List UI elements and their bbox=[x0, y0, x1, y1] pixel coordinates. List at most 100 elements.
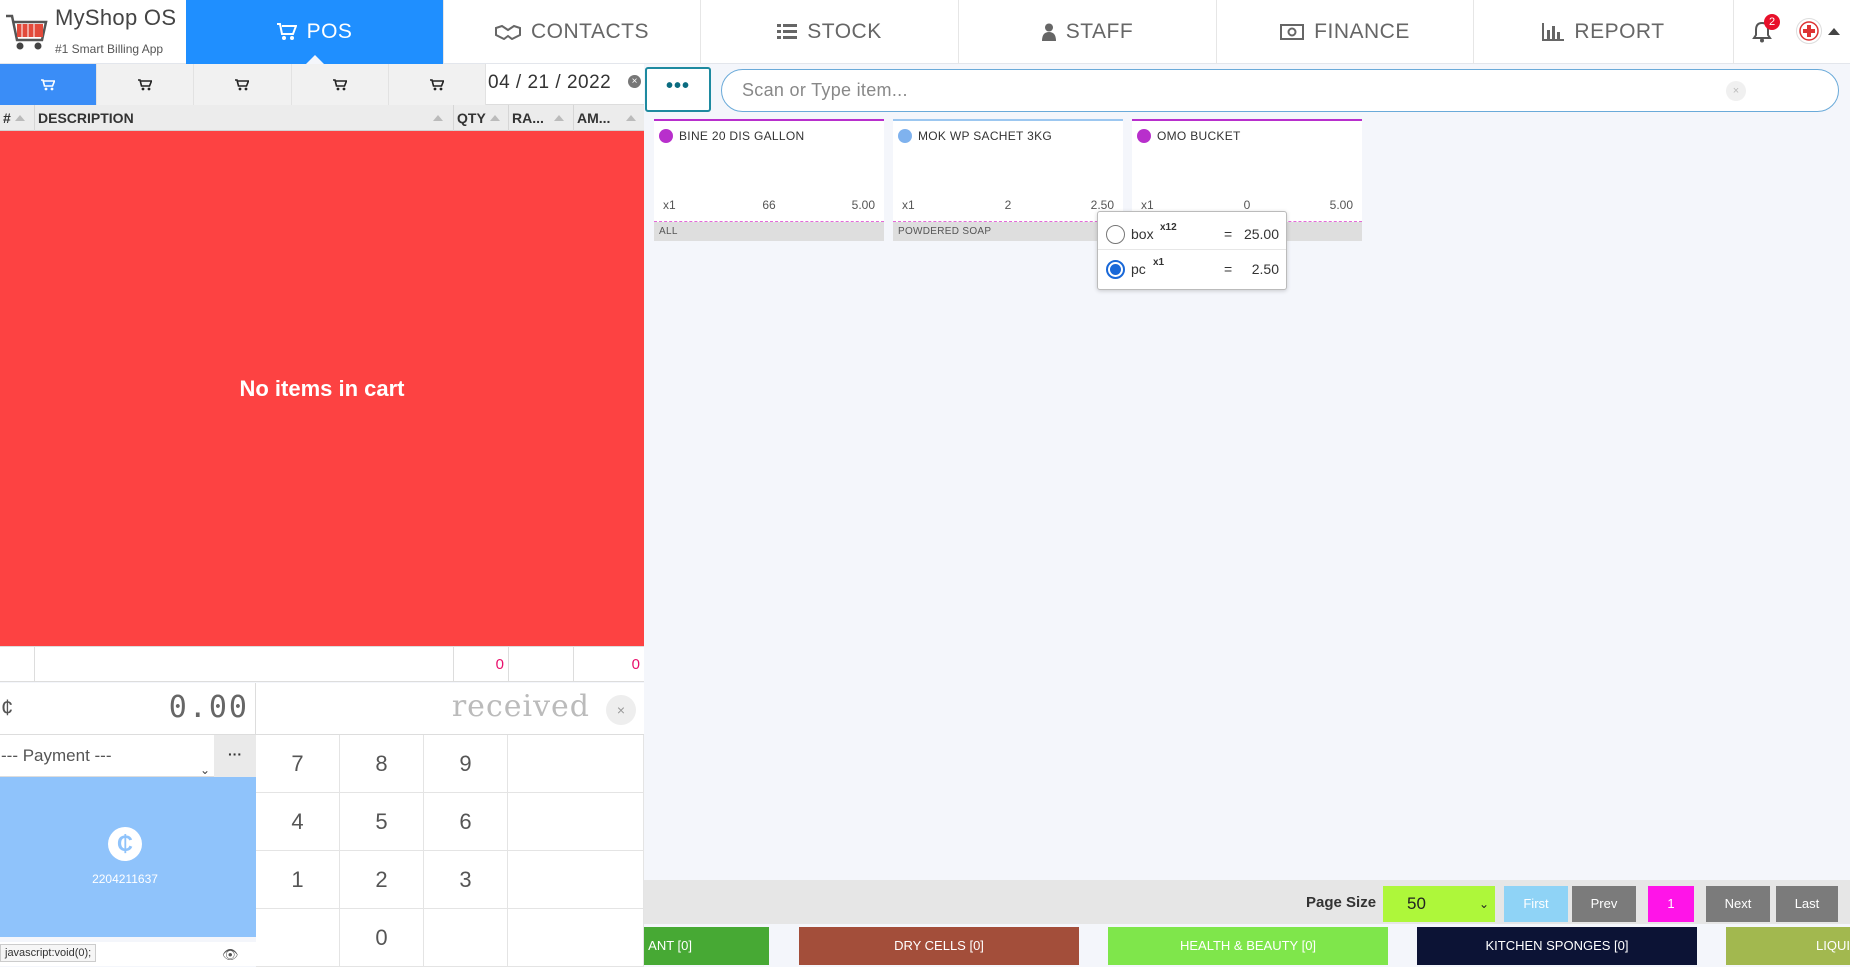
notification-badge: 2 bbox=[1764, 14, 1780, 30]
item-category: POWDERED SOAP bbox=[893, 222, 1123, 241]
tab-label: REPORT bbox=[1574, 20, 1665, 43]
current-page-button[interactable]: 1 bbox=[1648, 886, 1694, 922]
notifications-button[interactable]: 2 bbox=[1733, 0, 1789, 64]
unit-name: pc bbox=[1131, 261, 1146, 277]
sort-icon bbox=[490, 115, 500, 121]
red-cross-logo-icon bbox=[1799, 21, 1819, 41]
item-price: 2.50 bbox=[1090, 198, 1114, 212]
search-clear-button[interactable]: × bbox=[1726, 81, 1746, 101]
key-6[interactable]: 6 bbox=[424, 793, 508, 851]
amount-value: 0.00 bbox=[168, 690, 249, 725]
category-tab[interactable]: HEALTH & BEAUTY [0] bbox=[1108, 927, 1388, 965]
column-header-rate[interactable]: RA... bbox=[509, 105, 574, 131]
radio-button-selected[interactable] bbox=[1106, 260, 1125, 279]
cart-tab-1[interactable] bbox=[0, 64, 98, 105]
tab-staff[interactable]: STAFF bbox=[958, 0, 1216, 64]
date-clear-button[interactable]: × bbox=[628, 75, 641, 88]
payment-select[interactable]: --- Payment --- ⌄ bbox=[0, 735, 214, 777]
unit-multiplier: x1 bbox=[1153, 257, 1165, 268]
last-page-button[interactable]: Last bbox=[1776, 886, 1838, 922]
shopping-cart-logo-icon bbox=[6, 14, 48, 50]
payment-reference: 2204211637 bbox=[92, 872, 158, 886]
key-7[interactable]: 7 bbox=[256, 735, 340, 793]
numeric-keypad: 7 8 9 4 5 6 1 2 3 0 bbox=[256, 735, 644, 967]
key-0[interactable]: 0 bbox=[340, 909, 424, 967]
received-field[interactable]: received × bbox=[256, 683, 644, 735]
key-4[interactable]: 4 bbox=[256, 793, 340, 851]
cart-tab-3[interactable] bbox=[194, 64, 292, 105]
key-blank[interactable] bbox=[508, 851, 644, 909]
tab-label: FINANCE bbox=[1314, 20, 1410, 43]
column-header-description[interactable]: DESCRIPTION bbox=[35, 105, 454, 131]
unit-option-pc[interactable]: pc x1 = 2.50 bbox=[1098, 251, 1286, 285]
caret-up-icon[interactable] bbox=[1828, 28, 1840, 35]
category-tab[interactable]: DRY CELLS [0] bbox=[799, 927, 1079, 965]
received-clear-button[interactable]: × bbox=[606, 695, 636, 725]
key-1[interactable]: 1 bbox=[256, 851, 340, 909]
first-page-button[interactable]: First bbox=[1504, 886, 1568, 922]
prev-page-button[interactable]: Prev bbox=[1572, 886, 1636, 922]
unit-price: 2.50 bbox=[1251, 261, 1279, 277]
payment-method-card[interactable]: ₵ 2204211637 bbox=[0, 777, 256, 937]
cart-icon bbox=[138, 78, 153, 90]
radio-button[interactable] bbox=[1106, 225, 1125, 244]
cart-table-header: # DESCRIPTION QTY RA... AM... bbox=[0, 105, 644, 131]
date-value: 04 / 21 / 2022 bbox=[488, 72, 612, 93]
payment-select-value: --- Payment --- bbox=[1, 746, 112, 765]
cart-tab-4[interactable] bbox=[291, 64, 389, 105]
page-size-select[interactable]: 50 ⌄ bbox=[1383, 886, 1495, 922]
key-blank[interactable] bbox=[508, 793, 644, 851]
item-card[interactable]: BINE 20 DIS GALLON x1 66 5.00 ALL bbox=[654, 119, 884, 241]
item-category: ALL bbox=[654, 222, 884, 241]
category-tab[interactable]: KITCHEN SPONGES [0] bbox=[1417, 927, 1697, 965]
key-8[interactable]: 8 bbox=[340, 735, 424, 793]
item-color-dot bbox=[659, 129, 673, 143]
column-header-amount[interactable]: AM... bbox=[574, 105, 644, 131]
unit-option-box[interactable]: box x12 = 25.00 bbox=[1098, 216, 1286, 250]
amount-due: ¢ 0.00 bbox=[0, 683, 256, 735]
brand-tagline: #1 Smart Billing App bbox=[55, 42, 164, 56]
empty-cart-panel: No items in cart bbox=[0, 131, 644, 646]
more-options-button[interactable]: ••• bbox=[645, 67, 711, 112]
item-stock: 66 bbox=[762, 198, 776, 212]
column-header-number[interactable]: # bbox=[0, 105, 35, 131]
next-page-button[interactable]: Next bbox=[1706, 886, 1770, 922]
brand-name: MyShop OS bbox=[55, 5, 177, 30]
key-3[interactable]: 3 bbox=[424, 851, 508, 909]
column-header-qty[interactable]: QTY bbox=[454, 105, 509, 131]
avatar[interactable] bbox=[1796, 18, 1822, 44]
top-nav: MyShop OS #1 Smart Billing App POS CONTA… bbox=[0, 0, 1850, 65]
empty-cart-message: No items in cart bbox=[239, 375, 405, 401]
total-qty: 0 bbox=[454, 647, 509, 682]
key-5[interactable]: 5 bbox=[340, 793, 424, 851]
category-tab[interactable]: LIQUI bbox=[1726, 927, 1850, 965]
item-color-dot bbox=[898, 129, 912, 143]
cart-tab-2[interactable] bbox=[97, 64, 195, 105]
tab-label: STAFF bbox=[1065, 20, 1134, 43]
cart-totals-row: 0 0 bbox=[0, 646, 644, 682]
sort-icon bbox=[554, 115, 564, 121]
tab-label: STOCK bbox=[807, 20, 882, 43]
payment-more-button[interactable]: ··· bbox=[214, 735, 256, 777]
tab-contacts[interactable]: CONTACTS bbox=[443, 0, 700, 64]
user-icon bbox=[1041, 23, 1056, 41]
cart-tab-5[interactable] bbox=[388, 64, 486, 105]
unit-selector-popover: box x12 = 25.00 pc x1 = 2.50 bbox=[1097, 211, 1287, 290]
tab-pos[interactable]: POS bbox=[186, 0, 443, 65]
key-blank[interactable] bbox=[508, 909, 644, 967]
key-blank[interactable] bbox=[424, 909, 508, 967]
eye-icon[interactable]: 👁 bbox=[222, 947, 239, 963]
tab-report[interactable]: REPORT bbox=[1473, 0, 1733, 64]
key-9[interactable]: 9 bbox=[424, 735, 508, 793]
key-blank[interactable] bbox=[508, 735, 644, 793]
date-field[interactable]: 04 / 21 / 2022 × bbox=[486, 64, 644, 105]
key-2[interactable]: 2 bbox=[340, 851, 424, 909]
sort-icon bbox=[433, 115, 443, 121]
category-tab[interactable]: ANT [0] bbox=[644, 927, 769, 965]
item-card[interactable]: MOK WP SACHET 3KG x1 2 2.50 POWDERED SOA… bbox=[893, 119, 1123, 241]
key-blank[interactable] bbox=[256, 909, 340, 967]
search-input[interactable]: Scan or Type item... × bbox=[721, 69, 1839, 112]
tab-finance[interactable]: FINANCE bbox=[1216, 0, 1473, 64]
tab-stock[interactable]: STOCK bbox=[700, 0, 958, 64]
currency-symbol: ¢ bbox=[1, 695, 14, 720]
